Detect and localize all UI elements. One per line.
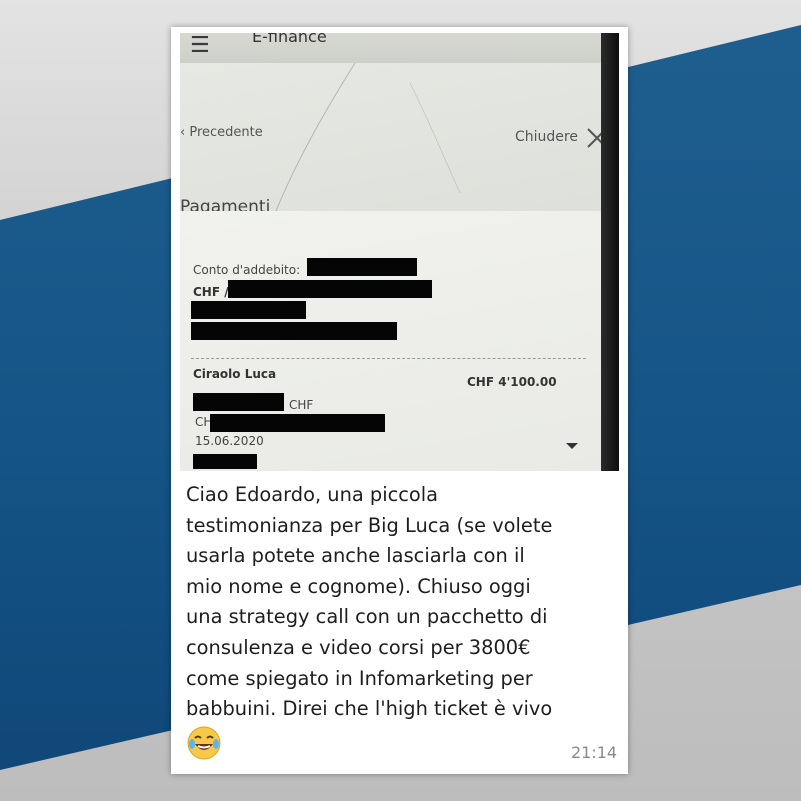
back-button[interactable]: ‹ Precedente <box>180 125 263 140</box>
currency-suffix: CHF <box>289 398 314 412</box>
hamburger-menu-icon: ☰ <box>190 33 210 58</box>
message-line: babbuini. Direi che l'high ticket è vivo <box>186 697 553 721</box>
message-line: mio nome e cognome). Chiuso oggi <box>186 574 531 598</box>
redacted-block <box>193 454 257 469</box>
chevron-down-icon[interactable] <box>566 443 578 449</box>
attached-photo[interactable]: ☰ E-finance ‹ Precedente Chiudere Pagame… <box>180 33 619 471</box>
divider <box>191 358 586 359</box>
message-line: testimonianza per Big Luca (se volete <box>186 513 553 537</box>
redacted-block <box>191 322 397 340</box>
phone-app-header: ☰ E-finance <box>180 33 619 65</box>
message-line: Ciao Edoardo, una piccola <box>186 483 439 506</box>
redacted-block <box>191 301 306 319</box>
currency-prefix: CHF / <box>193 285 229 299</box>
face-with-tears-of-joy-icon <box>187 726 221 760</box>
message-line: consulenza e video corsi per 3800€ <box>186 635 531 659</box>
payment-amount: CHF 4'100.00 <box>467 375 557 389</box>
phone-bezel <box>601 33 619 471</box>
debit-account-label: Conto d'addebito: <box>193 263 301 277</box>
redacted-block <box>210 414 385 432</box>
message-line: come spiegato in Infomarketing per <box>186 666 533 690</box>
payment-date: 15.06.2020 <box>195 434 264 448</box>
payment-details-panel: Conto d'addebito: CHF / <box>180 211 601 471</box>
redacted-block <box>307 258 417 276</box>
recipient-name: Ciraolo Luca <box>193 367 277 381</box>
app-title: E-finance <box>252 33 327 46</box>
message-text: Ciao Edoardo, una piccola testimonianza … <box>186 480 618 725</box>
chevron-left-icon: ‹ <box>180 125 190 140</box>
redacted-block <box>193 393 284 411</box>
redacted-block <box>228 280 432 298</box>
message-line: una strategy call con un pacchetto di <box>186 605 548 629</box>
chat-message-bubble: ☰ E-finance ‹ Precedente Chiudere Pagame… <box>171 27 628 774</box>
close-label[interactable]: Chiudere <box>515 129 578 145</box>
message-timestamp: 21:14 <box>571 743 618 762</box>
message-line: usarla potete anche lasciarla con il <box>186 544 525 568</box>
back-label: Precedente <box>189 125 263 140</box>
